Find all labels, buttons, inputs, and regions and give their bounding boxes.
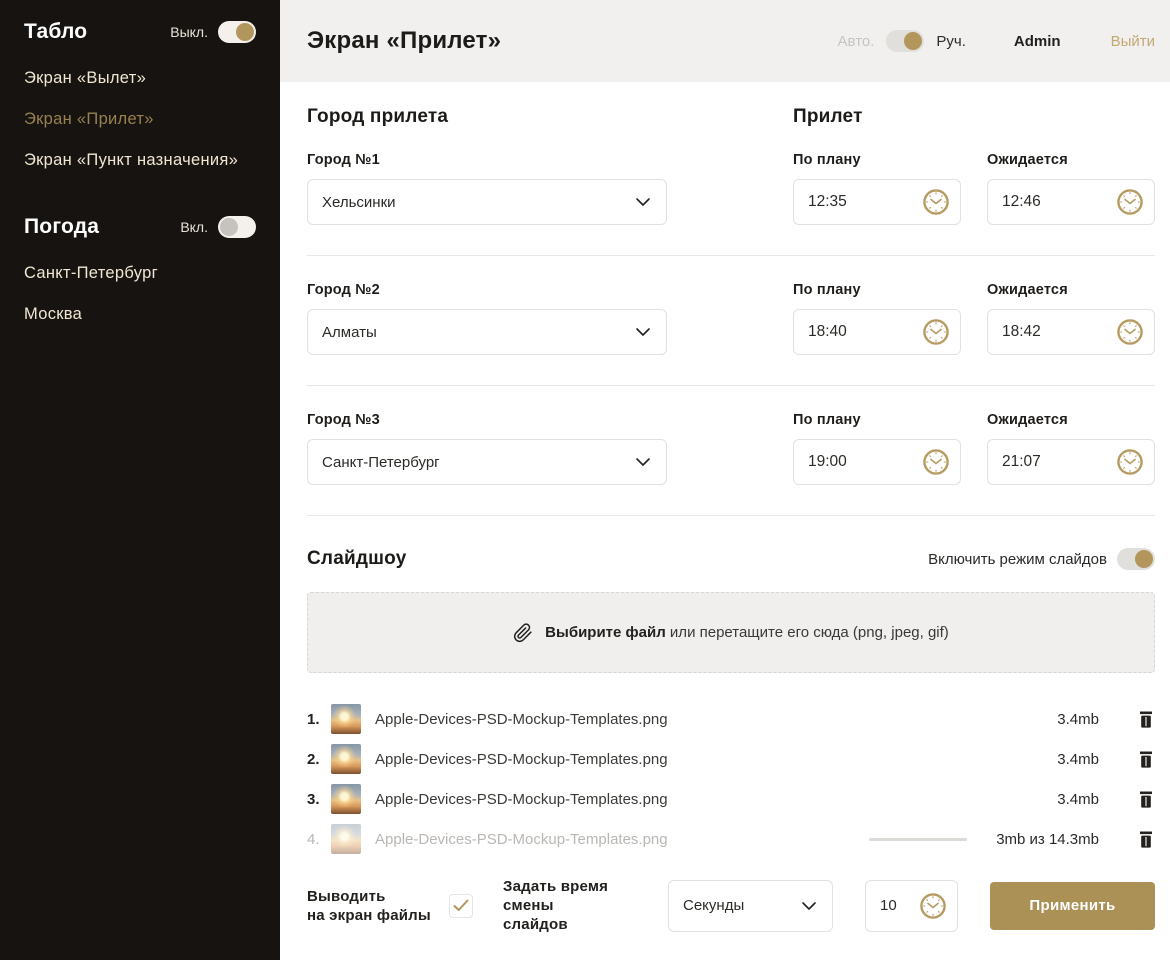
file-row: 1. Apple-Devices-PSD-Mockup-Templates.pn… <box>307 699 1155 739</box>
chevron-down-icon <box>802 901 816 910</box>
file-name: Apple-Devices-PSD-Mockup-Templates.png <box>375 831 869 848</box>
trash-icon <box>1139 751 1153 768</box>
planned-label: По плану <box>793 282 961 298</box>
delete-file-button[interactable] <box>1139 790 1155 808</box>
file-thumbnail <box>331 744 361 774</box>
display-files-checkbox[interactable] <box>449 894 473 918</box>
file-name: Apple-Devices-PSD-Mockup-Templates.png <box>375 791 989 808</box>
sidebar-item-arrival-screen[interactable]: Экран «Прилет» <box>24 99 256 140</box>
file-row-uploading: 4. Apple-Devices-PSD-Mockup-Templates.pn… <box>307 819 1155 859</box>
clock-icon <box>922 448 950 476</box>
file-thumbnail <box>331 704 361 734</box>
city-select-1[interactable]: Хельсинки <box>307 179 667 225</box>
topbar: Экран «Прилет» Авто. Руч. Admin Выйти <box>280 0 1170 82</box>
chevron-down-icon <box>636 328 650 337</box>
trash-icon <box>1139 831 1153 848</box>
planned-label: По плану <box>793 412 961 428</box>
file-list: 1. Apple-Devices-PSD-Mockup-Templates.pn… <box>307 699 1155 859</box>
delete-file-button[interactable] <box>1139 830 1155 848</box>
display-files-label: Выводить на экран файлы <box>307 887 435 925</box>
city-2-label: Город №2 <box>307 282 667 298</box>
divider <box>307 515 1155 516</box>
file-size: 3mb из 14.3mb <box>989 831 1099 848</box>
upload-hint: Выбирите файл или перетащите его сюда (p… <box>545 624 949 641</box>
file-row: 2. Apple-Devices-PSD-Mockup-Templates.pn… <box>307 739 1155 779</box>
mode-toggle[interactable] <box>886 30 924 52</box>
sidebar-section-weather: Погода Вкл. Санкт-Петербург Москва <box>0 215 280 335</box>
expected-label: Ожидается <box>987 152 1155 168</box>
paperclip-icon <box>513 622 533 644</box>
divider <box>307 255 1155 256</box>
apply-button[interactable]: Применить <box>990 882 1155 930</box>
arrival-heading: Прилет <box>793 106 1155 128</box>
clock-icon <box>1116 188 1144 216</box>
upload-progress-bar <box>869 838 967 841</box>
clock-icon <box>922 318 950 346</box>
clock-icon <box>922 188 950 216</box>
file-size: 3.4mb <box>989 791 1099 808</box>
expected-label: Ожидается <box>987 282 1155 298</box>
cities-heading: Город прилета <box>307 106 667 128</box>
trash-icon <box>1139 711 1153 728</box>
slideshow-heading: Слайдшоу <box>307 548 406 570</box>
logout-link[interactable]: Выйти <box>1111 33 1155 50</box>
file-thumbnail <box>331 784 361 814</box>
divider <box>307 385 1155 386</box>
footer-controls: Выводить на экран файлы Задать время сме… <box>307 877 1155 934</box>
clock-icon <box>1116 318 1144 346</box>
file-name: Apple-Devices-PSD-Mockup-Templates.png <box>375 711 989 728</box>
file-thumbnail <box>331 824 361 854</box>
mode-manual-label: Руч. <box>936 33 966 50</box>
city-row-2: Город №2 Алматы По плану Ожидается <box>307 282 1155 355</box>
clock-icon <box>919 892 947 920</box>
city-select-3[interactable]: Санкт-Петербург <box>307 439 667 485</box>
sidebar-title-weather: Погода <box>24 215 99 239</box>
sidebar-item-moscow[interactable]: Москва <box>24 294 256 335</box>
file-size: 3.4mb <box>989 751 1099 768</box>
user-name: Admin <box>1014 33 1061 50</box>
sidebar-title-tablo: Табло <box>24 20 87 44</box>
weather-toggle-label: Вкл. <box>180 219 208 235</box>
sidebar-section-tablo: Табло Выкл. Экран «Вылет» Экран «Прилет»… <box>0 20 280 181</box>
interval-unit-select[interactable]: Секунды <box>668 880 833 932</box>
tablo-toggle[interactable] <box>218 21 256 43</box>
delete-file-button[interactable] <box>1139 750 1155 768</box>
content: Город прилета Прилет Город №1 Хельсинки … <box>280 82 1170 960</box>
mode-auto-label: Авто. <box>838 33 875 50</box>
file-row: 3. Apple-Devices-PSD-Mockup-Templates.pn… <box>307 779 1155 819</box>
city-3-label: Город №3 <box>307 412 667 428</box>
checkmark-icon <box>453 899 469 912</box>
weather-toggle[interactable] <box>218 216 256 238</box>
chevron-down-icon <box>636 198 650 207</box>
file-upload-dropzone[interactable]: Выбирите файл или перетащите его сюда (p… <box>307 592 1155 673</box>
clock-icon <box>1116 448 1144 476</box>
slide-interval-label: Задать время смены слайдов <box>503 877 653 934</box>
expected-label: Ожидается <box>987 412 1155 428</box>
sidebar-item-departure-screen[interactable]: Экран «Вылет» <box>24 58 256 99</box>
city-select-2[interactable]: Алматы <box>307 309 667 355</box>
delete-file-button[interactable] <box>1139 710 1155 728</box>
slideshow-toggle[interactable] <box>1117 548 1155 570</box>
file-name: Apple-Devices-PSD-Mockup-Templates.png <box>375 751 989 768</box>
sidebar-item-spb[interactable]: Санкт-Петербург <box>24 253 256 294</box>
city-row-1: Город №1 Хельсинки По плану Ожидается <box>307 152 1155 225</box>
planned-label: По плану <box>793 152 961 168</box>
tablo-toggle-label: Выкл. <box>170 24 208 40</box>
city-1-label: Город №1 <box>307 152 667 168</box>
sidebar-item-destination-screen[interactable]: Экран «Пункт назначения» <box>24 140 256 181</box>
page-title: Экран «Прилет» <box>307 27 501 55</box>
file-size: 3.4mb <box>989 711 1099 728</box>
trash-icon <box>1139 791 1153 808</box>
sidebar: Табло Выкл. Экран «Вылет» Экран «Прилет»… <box>0 0 280 960</box>
slideshow-toggle-label: Включить режим слайдов <box>928 551 1107 568</box>
chevron-down-icon <box>636 458 650 467</box>
city-row-3: Город №3 Санкт-Петербург По плану Ожидае… <box>307 412 1155 485</box>
